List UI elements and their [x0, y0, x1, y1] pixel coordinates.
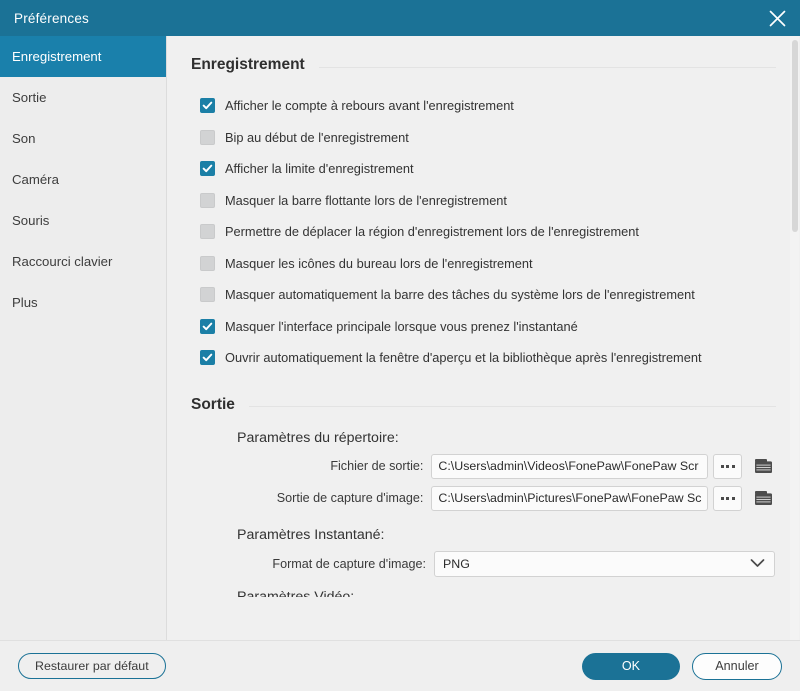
titlebar: Préférences	[0, 0, 800, 36]
screenshot-format-select[interactable]: PNG	[434, 550, 775, 577]
option-label: Afficher le compte à rebours avant l'enr…	[225, 98, 514, 114]
checkbox-checked-icon[interactable]	[200, 161, 215, 177]
screenshot-output-label: Sortie de capture d'image:	[276, 491, 424, 505]
option-hide-taskbar[interactable]: Masquer automatiquement la barre des tâc…	[200, 279, 776, 311]
checkbox-unchecked-icon[interactable]	[200, 224, 215, 240]
screenshot-format-label: Format de capture d'image:	[272, 556, 426, 571]
video-settings-label: Paramètres Vidéo:	[237, 588, 355, 597]
sidebar-item-son[interactable]: Son	[0, 118, 166, 159]
sidebar-item-label: Enregistrement	[12, 49, 102, 64]
sidebar-item-label: Raccourci clavier	[12, 254, 113, 269]
checkbox-unchecked-icon[interactable]	[200, 255, 215, 271]
content: Enregistrement Afficher le compte à rebo…	[167, 36, 800, 640]
window-title: Préférences	[14, 10, 89, 26]
sidebar-item-label: Caméra	[12, 172, 59, 187]
option-move-region[interactable]: Permettre de déplacer la région d'enregi…	[200, 216, 776, 248]
section-header-sortie: Sortie	[191, 396, 776, 414]
output-file-label: Fichier de sortie:	[330, 459, 424, 473]
option-label: Permettre de déplacer la région d'enregi…	[225, 224, 639, 240]
chevron-down-icon	[750, 557, 765, 571]
option-auto-open-preview[interactable]: Ouvrir automatiquement la fenêtre d'aper…	[200, 342, 776, 374]
option-label: Masquer l'interface principale lorsque v…	[225, 318, 578, 334]
restore-defaults-button[interactable]: Restaurer par défaut	[18, 653, 166, 679]
checkbox-checked-icon[interactable]	[200, 98, 215, 114]
footer: Restaurer par défaut OK Annuler	[0, 640, 800, 691]
option-label: Afficher la limite d'enregistrement	[225, 161, 414, 177]
ellipsis-icon[interactable]	[712, 485, 743, 511]
cancel-button[interactable]: Annuler	[692, 652, 782, 680]
sidebar-item-label: Plus	[12, 295, 38, 310]
option-countdown[interactable]: Afficher le compte à rebours avant l'enr…	[200, 90, 776, 122]
recording-options-list: Afficher le compte à rebours avant l'enr…	[191, 90, 776, 374]
output-file-row: Fichier de sortie: C:\Users\admin\Videos…	[191, 453, 776, 479]
section-title: Enregistrement	[191, 56, 305, 73]
footer-actions: OK Annuler	[582, 652, 782, 680]
scrollbar-thumb[interactable]	[792, 40, 798, 232]
screenshot-format-value: PNG	[443, 556, 470, 571]
folder-icon[interactable]	[750, 486, 776, 511]
sidebar-item-raccourci-clavier[interactable]: Raccourci clavier	[0, 241, 166, 282]
section-divider	[248, 406, 776, 407]
checkbox-checked-icon[interactable]	[200, 350, 215, 366]
option-hide-main-ui-snapshot[interactable]: Masquer l'interface principale lorsque v…	[200, 311, 776, 343]
checkbox-checked-icon[interactable]	[200, 318, 215, 334]
folder-icon[interactable]	[750, 454, 776, 479]
option-label: Masquer les icônes du bureau lors de l'e…	[225, 255, 533, 271]
checkbox-unchecked-icon[interactable]	[200, 129, 215, 145]
video-settings-heading-partial: Paramètres Vidéo:	[191, 587, 776, 597]
body-area: Enregistrement Sortie Son Caméra Souris …	[0, 36, 800, 640]
snapshot-settings-heading: Paramètres Instantané:	[237, 526, 385, 543]
sidebar-item-enregistrement[interactable]: Enregistrement	[0, 36, 166, 77]
sidebar: Enregistrement Sortie Son Caméra Souris …	[0, 36, 167, 640]
option-hide-floating-bar[interactable]: Masquer la barre flottante lors de l'enr…	[200, 185, 776, 217]
sidebar-item-plus[interactable]: Plus	[0, 282, 166, 323]
output-file-input[interactable]: C:\Users\admin\Videos\FonePaw\FonePaw Sc…	[431, 453, 708, 479]
option-hide-desktop-icons[interactable]: Masquer les icônes du bureau lors de l'e…	[200, 248, 776, 280]
preferences-window: Préférences Enregistrement Sortie Son Ca…	[0, 0, 800, 691]
close-icon[interactable]	[754, 0, 800, 36]
screenshot-format-row: Format de capture d'image: PNG	[191, 550, 776, 577]
option-label: Bip au début de l'enregistrement	[225, 129, 409, 145]
sidebar-item-label: Son	[12, 131, 36, 146]
section-header-enregistrement: Enregistrement	[191, 56, 776, 74]
option-label: Ouvrir automatiquement la fenêtre d'aper…	[225, 350, 702, 366]
sidebar-item-souris[interactable]: Souris	[0, 200, 166, 241]
checkbox-unchecked-icon[interactable]	[200, 287, 215, 303]
screenshot-output-input[interactable]: C:\Users\admin\Pictures\FonePaw\FonePaw …	[431, 485, 708, 511]
option-beep[interactable]: Bip au début de l'enregistrement	[200, 122, 776, 154]
checkbox-unchecked-icon[interactable]	[200, 192, 215, 208]
directory-settings-heading: Paramètres du répertoire:	[237, 429, 399, 446]
sidebar-item-label: Souris	[12, 213, 50, 228]
content-scroll-area: Enregistrement Afficher le compte à rebo…	[167, 36, 800, 640]
ellipsis-icon[interactable]	[712, 453, 743, 479]
sidebar-item-camera[interactable]: Caméra	[0, 159, 166, 200]
vertical-scrollbar[interactable]	[790, 36, 799, 640]
screenshot-output-row: Sortie de capture d'image: C:\Users\admi…	[191, 485, 776, 511]
section-divider	[318, 66, 776, 68]
option-label: Masquer automatiquement la barre des tâc…	[225, 287, 695, 303]
sidebar-item-label: Sortie	[12, 90, 47, 105]
sidebar-item-sortie[interactable]: Sortie	[0, 77, 166, 118]
option-show-limit[interactable]: Afficher la limite d'enregistrement	[200, 153, 776, 185]
option-label: Masquer la barre flottante lors de l'enr…	[225, 192, 507, 208]
section-title: Sortie	[191, 395, 235, 413]
ok-button[interactable]: OK	[582, 652, 680, 680]
output-section: Sortie Paramètres du répertoire: Fichier…	[191, 396, 776, 597]
